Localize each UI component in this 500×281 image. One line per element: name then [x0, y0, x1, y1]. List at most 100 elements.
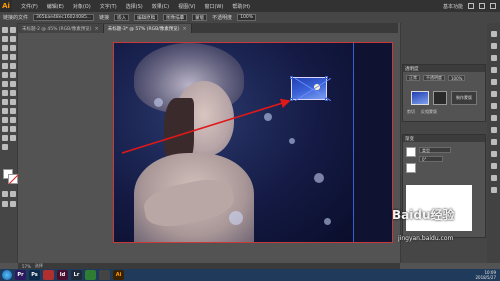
- tab-document-3[interactable]: 未标题-3* @ 57% (RGB/像素预览) ×: [103, 24, 192, 33]
- stroke-panel-icon[interactable]: [491, 79, 497, 85]
- pencil-icon[interactable]: [10, 63, 16, 69]
- selection-tool-icon[interactable]: [2, 27, 8, 33]
- taskbar-app-lightroom[interactable]: Lr: [71, 270, 82, 280]
- symbol-sprayer-icon[interactable]: [10, 117, 16, 123]
- mesh-tool-icon[interactable]: [10, 99, 16, 105]
- mask-thumbnail[interactable]: [433, 91, 447, 105]
- transparency-panel-header[interactable]: 透明度: [403, 65, 485, 72]
- canvas-area[interactable]: [18, 33, 400, 263]
- close-icon[interactable]: ×: [95, 26, 99, 32]
- swatches-panel-icon[interactable]: [491, 43, 497, 49]
- stroke-color-swatch[interactable]: [8, 174, 18, 184]
- app-logo: Ai: [0, 0, 12, 12]
- layers-panel-icon[interactable]: [491, 127, 497, 133]
- taskbar-app-photoshop[interactable]: Ps: [29, 270, 40, 280]
- graphic-styles-icon[interactable]: [491, 115, 497, 121]
- hand-tool-icon[interactable]: [10, 135, 16, 141]
- zoom-level[interactable]: 57%: [22, 264, 31, 269]
- close-icon[interactable]: ×: [182, 26, 186, 32]
- invert-mask-checkbox[interactable]: 反相蒙版: [421, 109, 437, 115]
- taskbar-app-indesign[interactable]: Id: [57, 270, 68, 280]
- zoom-tool-icon[interactable]: [2, 144, 8, 150]
- appearance-panel-icon[interactable]: [491, 103, 497, 109]
- align-panel-icon[interactable]: [491, 151, 497, 157]
- menu-select[interactable]: 选择(S): [126, 3, 143, 10]
- transparency-panel-title[interactable]: 透明度: [405, 66, 419, 72]
- paintbrush-icon[interactable]: [2, 63, 8, 69]
- line-tool-icon[interactable]: [2, 54, 8, 60]
- menu-window[interactable]: 窗口(W): [204, 3, 223, 10]
- artboard[interactable]: [113, 42, 393, 243]
- object-thumbnail[interactable]: [411, 91, 429, 105]
- artboards-panel-icon[interactable]: [491, 139, 497, 145]
- transform-panel-icon[interactable]: [491, 175, 497, 181]
- character-panel-icon[interactable]: [491, 187, 497, 193]
- taskbar-app-green-icon[interactable]: [85, 270, 96, 280]
- eraser-icon[interactable]: [2, 72, 8, 78]
- perspective-grid-icon[interactable]: [2, 99, 8, 105]
- taskbar-app-grey-icon[interactable]: [99, 270, 110, 280]
- start-button-icon[interactable]: [2, 270, 12, 280]
- annotation-arrow: [121, 98, 291, 154]
- color-panel-icon[interactable]: [491, 31, 497, 37]
- brushes-panel-icon[interactable]: [491, 55, 497, 61]
- menu-help[interactable]: 帮助(H): [232, 3, 250, 10]
- free-transform-icon[interactable]: [2, 90, 8, 96]
- mask-button[interactable]: 蒙版: [192, 14, 208, 21]
- rectangle-tool-icon[interactable]: [10, 54, 16, 60]
- artboard-tool-icon[interactable]: [10, 126, 16, 132]
- clip-checkbox[interactable]: 剪切: [407, 109, 415, 115]
- rotate-tool-icon[interactable]: [10, 72, 16, 78]
- transparency-panel-icon[interactable]: [491, 91, 497, 97]
- type-tool-icon[interactable]: [10, 45, 16, 51]
- blend-mode-select[interactable]: 正常: [406, 75, 420, 81]
- gradient-angle-field[interactable]: 0°: [419, 156, 443, 162]
- menu-view[interactable]: 视图(V): [178, 3, 195, 10]
- draw-mode-icon[interactable]: [2, 201, 8, 207]
- tab-document-2[interactable]: 未标题-2 @ 45% (RGB/像素预览) ×: [18, 24, 104, 33]
- taskbar-app-premiere[interactable]: Pr: [15, 270, 26, 280]
- gradient-panel-title[interactable]: 渐变: [405, 136, 414, 142]
- pen-tool-icon[interactable]: [2, 45, 8, 51]
- direct-selection-tool-icon[interactable]: [10, 27, 16, 33]
- linked-filename[interactable]: 365bae48ec16024085...: [33, 14, 95, 21]
- gradient-type-select[interactable]: 类型: [419, 147, 451, 153]
- gradient-fill-swatch[interactable]: [406, 147, 416, 157]
- pathfinder-panel-icon[interactable]: [491, 163, 497, 169]
- shape-builder-icon[interactable]: [10, 90, 16, 96]
- gradient-tool-icon[interactable]: [2, 108, 8, 114]
- edit-original-button[interactable]: 编辑原稿: [134, 14, 159, 21]
- symbols-panel-icon[interactable]: [491, 67, 497, 73]
- lasso-icon[interactable]: [10, 36, 16, 42]
- width-tool-icon[interactable]: [10, 81, 16, 87]
- scale-tool-icon[interactable]: [2, 81, 8, 87]
- gradient-mode-icon[interactable]: [10, 191, 16, 197]
- blend-tool-icon[interactable]: [2, 117, 8, 123]
- make-mask-button[interactable]: 制作蒙版: [451, 91, 477, 105]
- eyedropper-icon[interactable]: [10, 108, 16, 114]
- image-trace-button[interactable]: 图像描摹: [163, 14, 188, 21]
- embed-button[interactable]: 嵌入: [114, 14, 130, 21]
- maximize-icon[interactable]: [479, 3, 485, 9]
- taskbar-clock[interactable]: 10:09 2018/5/27: [475, 270, 500, 280]
- gradient-stroke-swatch[interactable]: [406, 163, 416, 173]
- workspace-switcher[interactable]: 基本功能: [443, 3, 463, 10]
- opacity-field[interactable]: 100%: [237, 14, 257, 21]
- magic-wand-icon[interactable]: [2, 36, 8, 42]
- graph-tool-icon[interactable]: [2, 126, 8, 132]
- slice-tool-icon[interactable]: [2, 135, 8, 141]
- gradient-panel-header[interactable]: 渐变: [403, 135, 485, 142]
- menu-file[interactable]: 文件(F): [21, 3, 38, 10]
- close-icon[interactable]: [490, 3, 496, 9]
- color-mode-icon[interactable]: [2, 191, 8, 197]
- taskbar-app-red-icon[interactable]: [43, 270, 54, 280]
- screen-mode-icon[interactable]: [10, 201, 16, 207]
- menu-edit[interactable]: 编辑(E): [47, 3, 64, 10]
- tools-panel: [0, 23, 18, 263]
- minimize-icon[interactable]: [468, 3, 474, 9]
- menu-object[interactable]: 对象(O): [73, 3, 91, 10]
- opacity-field[interactable]: 100%: [448, 75, 466, 81]
- taskbar-app-illustrator[interactable]: Ai: [113, 270, 124, 280]
- menu-effect[interactable]: 效果(C): [152, 3, 169, 10]
- menu-type[interactable]: 文字(T): [100, 3, 117, 10]
